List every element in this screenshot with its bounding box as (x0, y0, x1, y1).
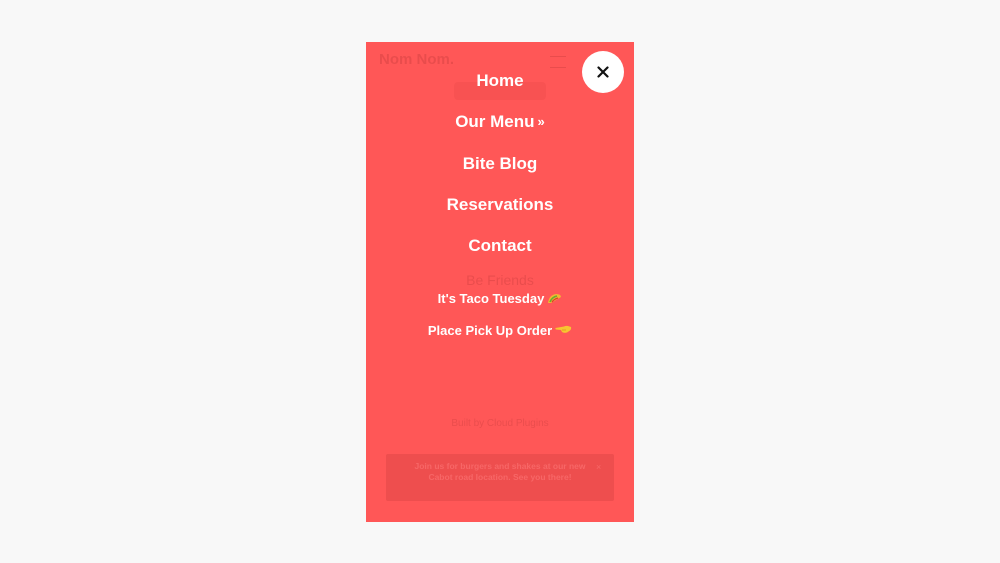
pointing-hand-icon (555, 325, 572, 333)
close-menu-button[interactable] (582, 51, 624, 93)
nav-item-reservations[interactable]: Reservations (366, 194, 634, 216)
nav-item-label: Home (476, 71, 524, 90)
nav-item-bite-blog[interactable]: Bite Blog (366, 153, 634, 175)
nav-item-contact[interactable]: Contact (366, 235, 634, 257)
promo-label: Place Pick Up Order (427, 323, 553, 338)
promo-pick-up-order[interactable]: Place Pick Up Order (366, 322, 634, 340)
promo-taco-tuesday[interactable]: It's Taco Tuesday (366, 290, 634, 308)
mobile-nav-overlay: Home Our Menu» Bite Blog Reservations Co… (366, 42, 634, 522)
nav-item-label: Our Menu (455, 112, 535, 131)
promo-label: It's Taco Tuesday (437, 291, 545, 306)
nav-item-label: Bite Blog (462, 154, 538, 173)
nav-item-our-menu[interactable]: Our Menu» (366, 111, 634, 133)
nav-item-label: Reservations (446, 195, 554, 214)
close-icon (597, 66, 609, 78)
taco-icon (548, 294, 562, 303)
chevron-right-icon: » (537, 114, 545, 129)
nav-item-label: Contact (468, 236, 532, 255)
